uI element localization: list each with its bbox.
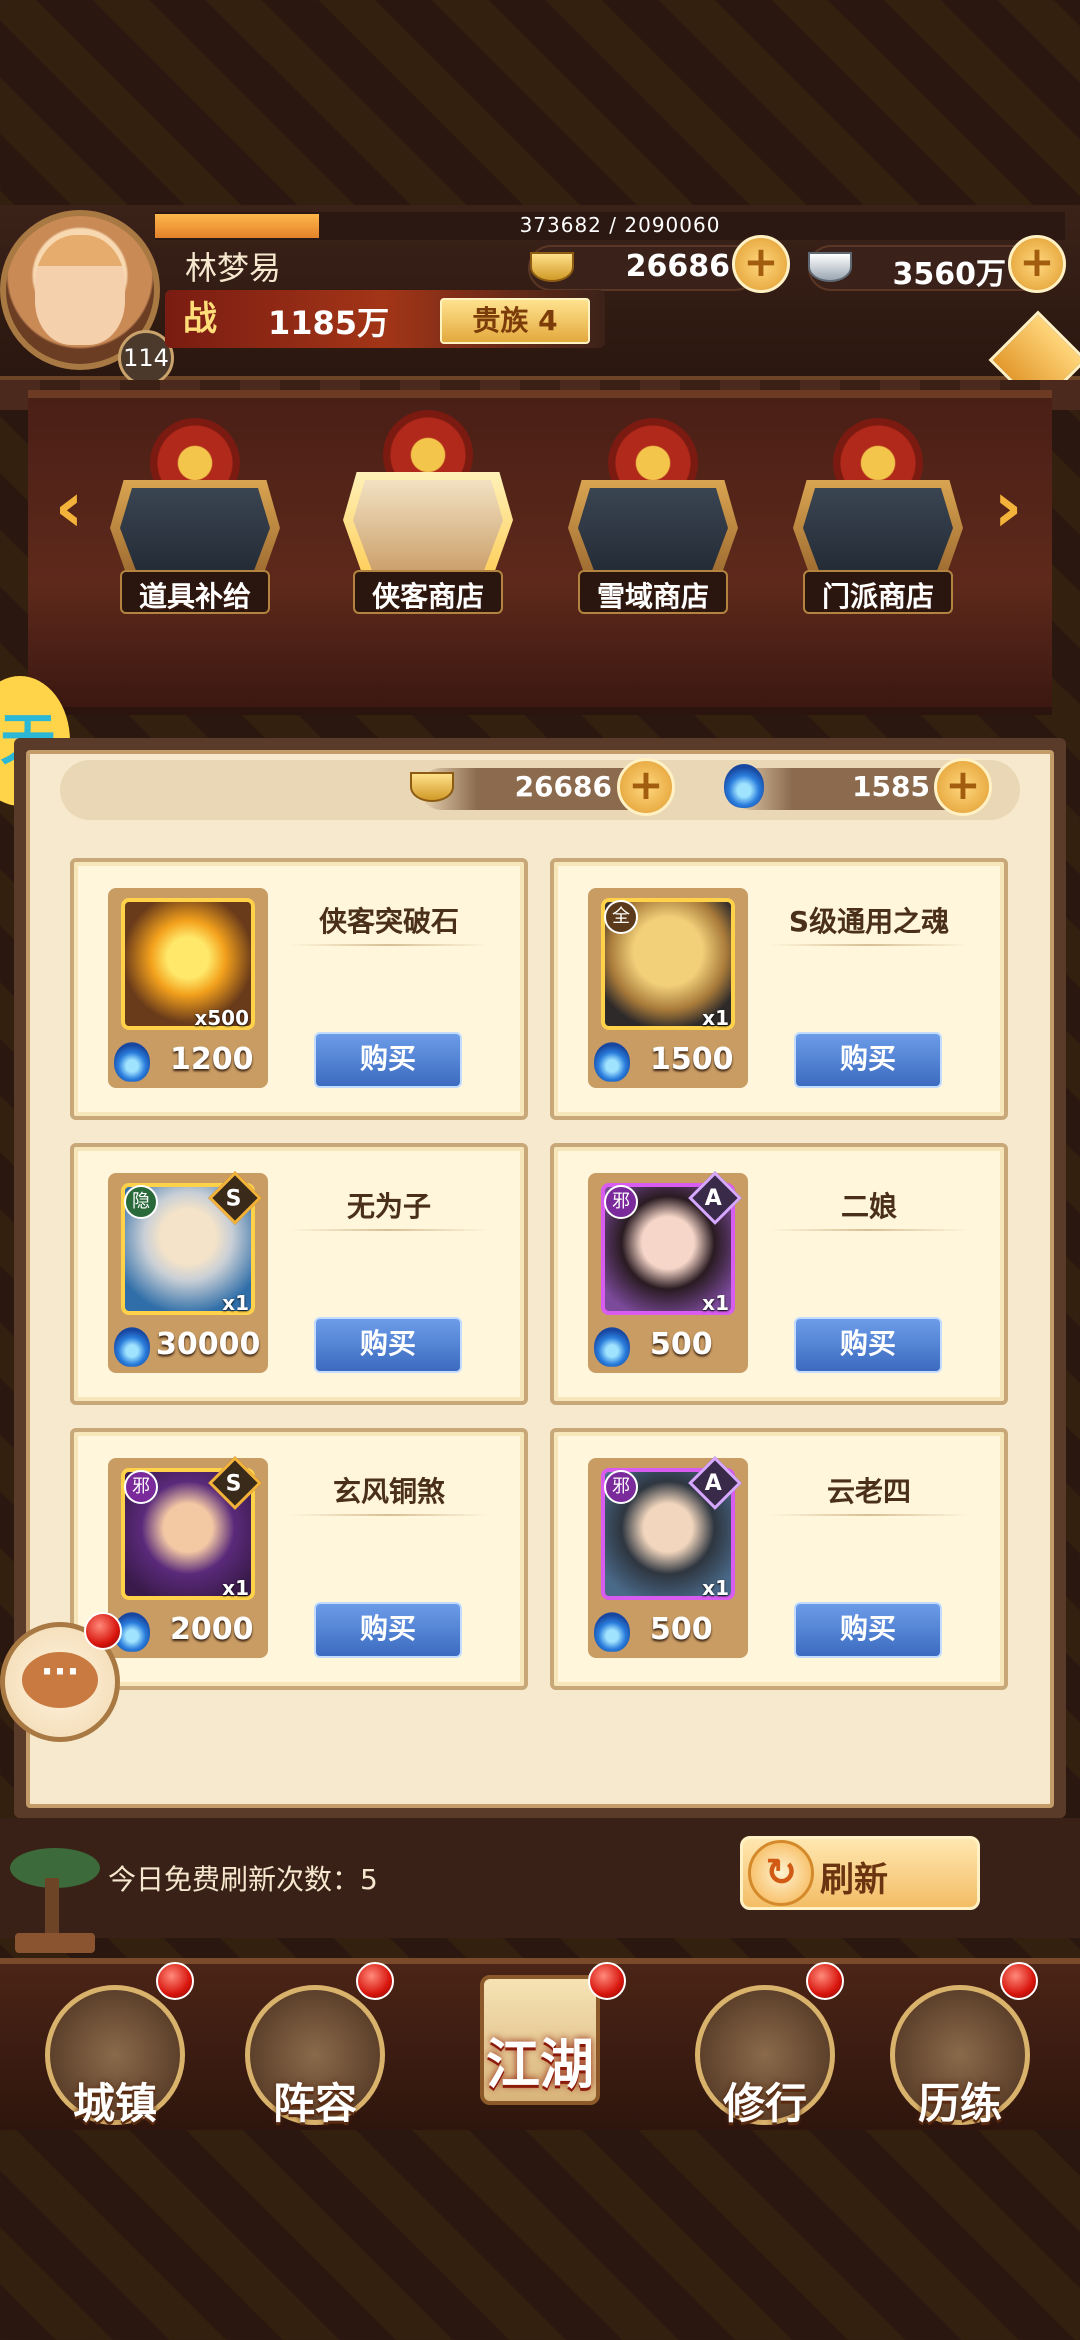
power-value: 1185万 bbox=[268, 304, 390, 342]
soul-flame-icon bbox=[114, 1327, 150, 1367]
tab-label: 侠客商店 bbox=[371, 580, 484, 613]
avatar-face bbox=[35, 235, 125, 345]
tab-label: 雪域商店 bbox=[596, 580, 709, 613]
tab-snow-shop[interactable]: 雪域商店 bbox=[568, 418, 738, 614]
nav-trial-label: 历练 bbox=[917, 2079, 1002, 2128]
buy-button[interactable]: 购买 bbox=[794, 1032, 942, 1088]
item-price: 1500 bbox=[650, 1042, 734, 1077]
add-soul-button[interactable]: + bbox=[934, 758, 992, 816]
bonsai-decor bbox=[0, 1818, 110, 1958]
faction-tag: 全 bbox=[604, 900, 638, 934]
grade-letter: S bbox=[225, 1471, 242, 1497]
item-price: 500 bbox=[650, 1612, 713, 1647]
grade-letter: A bbox=[705, 1186, 723, 1212]
item-quantity: x1 bbox=[702, 1576, 729, 1600]
refresh-icon: ↻ bbox=[748, 1840, 814, 1906]
item-price: 500 bbox=[650, 1327, 713, 1362]
chat-icon: ··· bbox=[22, 1652, 98, 1708]
item-price: 30000 bbox=[156, 1327, 261, 1362]
item-quantity: x1 bbox=[222, 1576, 249, 1600]
nav-lineup-label: 阵容 bbox=[272, 2079, 357, 2128]
gold-ingot-icon bbox=[410, 772, 454, 802]
gold-ingot-icon bbox=[530, 252, 574, 282]
item-name: 侠客突破石 bbox=[318, 905, 459, 938]
shop-item-card: x1 1500 S级通用之魂购买 全 bbox=[550, 858, 1008, 1120]
nav-jianghu-label: 江湖 bbox=[486, 2033, 594, 2096]
notification-dot bbox=[156, 1962, 194, 2000]
tab-label: 道具补给 bbox=[138, 580, 251, 613]
notification-dot bbox=[588, 1962, 626, 2000]
notification-dot bbox=[806, 1962, 844, 2000]
shop-gold-value: 26686 bbox=[514, 770, 612, 803]
noble-badge[interactable]: 贵族 4 bbox=[440, 298, 590, 344]
arrow-right-icon[interactable]: › bbox=[985, 462, 1031, 552]
shop-item-card: x1 2000 玄风铜煞购买 邪 S bbox=[70, 1428, 528, 1690]
tab-sect-shop[interactable]: 门派商店 bbox=[793, 418, 963, 614]
shop-item-card: x1 500 云老四购买 邪 A bbox=[550, 1428, 1008, 1690]
item-name: 二娘 bbox=[840, 1190, 897, 1223]
faction-tag: 邪 bbox=[124, 1470, 158, 1504]
tab-item-supply[interactable]: 道具补给 bbox=[110, 418, 280, 614]
shop-soul-value: 1585 bbox=[852, 770, 930, 803]
soul-flame-icon bbox=[594, 1612, 630, 1652]
nav-training-label: 修行 bbox=[722, 2079, 807, 2128]
divider bbox=[769, 1229, 969, 1231]
refresh-label: 刷新 bbox=[820, 1860, 888, 1900]
item-quantity: x1 bbox=[702, 1006, 729, 1030]
tab-hero-shop[interactable]: 侠客商店 bbox=[343, 410, 513, 614]
buy-button[interactable]: 购买 bbox=[314, 1032, 462, 1088]
item-name: S级通用之魂 bbox=[788, 905, 950, 938]
shop-item-card: x1 30000 无为子购买 隐 S bbox=[70, 1143, 528, 1405]
grade-letter: S bbox=[225, 1186, 242, 1212]
notification-dot bbox=[84, 1612, 122, 1650]
exp-text: 373682 / 2090060 bbox=[519, 213, 721, 237]
free-refresh-count: 今日免费刷新次数：5 bbox=[108, 1863, 378, 1896]
divider bbox=[769, 944, 969, 946]
silver-ingot-icon bbox=[808, 252, 852, 282]
divider bbox=[289, 944, 489, 946]
nav-town-label: 城镇 bbox=[72, 2079, 157, 2128]
buy-button[interactable]: 购买 bbox=[314, 1602, 462, 1658]
item-quantity: x1 bbox=[702, 1291, 729, 1315]
item-name: 玄风铜煞 bbox=[332, 1475, 445, 1508]
divider bbox=[289, 1229, 489, 1231]
divider bbox=[289, 1514, 489, 1516]
tab-art bbox=[353, 480, 503, 580]
item-name: 云老四 bbox=[826, 1475, 911, 1508]
power-icon: 战 bbox=[183, 299, 217, 339]
arrow-left-icon[interactable]: ‹ bbox=[46, 462, 92, 552]
add-shop-gold-button[interactable]: + bbox=[617, 758, 675, 816]
add-gold-button[interactable]: + bbox=[732, 235, 790, 293]
buy-button[interactable]: 购买 bbox=[314, 1317, 462, 1373]
divider bbox=[769, 1514, 969, 1516]
item-price: 1200 bbox=[170, 1042, 254, 1077]
gold-value: 26686 bbox=[625, 249, 730, 284]
buy-button[interactable]: 购买 bbox=[794, 1602, 942, 1658]
item-price: 2000 bbox=[170, 1612, 254, 1647]
soul-flame-icon bbox=[114, 1042, 150, 1082]
add-silver-button[interactable]: + bbox=[1008, 235, 1066, 293]
player-name: 林梦易 bbox=[185, 249, 282, 287]
grade-letter: A bbox=[705, 1471, 723, 1497]
buy-button[interactable]: 购买 bbox=[794, 1317, 942, 1373]
item-quantity: x1 bbox=[222, 1291, 249, 1315]
silver-value: 3560万 bbox=[892, 257, 1007, 292]
item-name: 无为子 bbox=[346, 1190, 431, 1223]
notification-dot bbox=[1000, 1962, 1038, 2000]
tab-label: 门派商店 bbox=[821, 580, 934, 613]
faction-tag: 邪 bbox=[604, 1185, 638, 1219]
shop-item-card: x1 500 二娘购买 邪 A bbox=[550, 1143, 1008, 1405]
shop-item-card: x500 1200 侠客突破石购买 bbox=[70, 858, 528, 1120]
soul-flame-icon bbox=[724, 764, 764, 808]
exp-bar-fill bbox=[155, 214, 319, 238]
faction-tag: 隐 bbox=[124, 1185, 158, 1219]
notification-dot bbox=[356, 1962, 394, 2000]
faction-tag: 邪 bbox=[604, 1470, 638, 1504]
soul-flame-icon bbox=[594, 1327, 630, 1367]
item-quantity: x500 bbox=[194, 1006, 249, 1030]
soul-flame-icon bbox=[594, 1042, 630, 1082]
